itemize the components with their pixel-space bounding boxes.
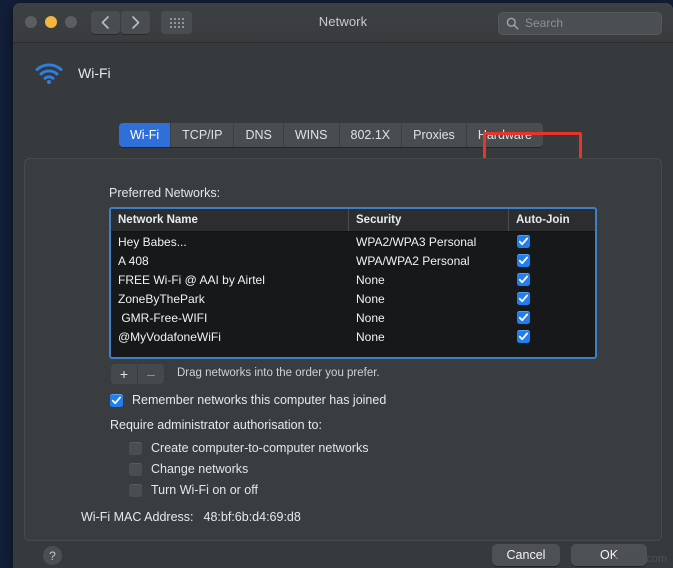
- tab-tcpip[interactable]: TCP/IP: [171, 123, 234, 147]
- watermark: wsxdn.com: [612, 553, 667, 565]
- cell-auto-join: [509, 235, 591, 248]
- auto-join-checkbox[interactable]: [517, 273, 530, 286]
- change-networks-checkbox[interactable]: [129, 463, 142, 476]
- admin-option-change-networks[interactable]: Change networks: [129, 462, 248, 476]
- checkmark-icon: [518, 312, 529, 323]
- tab-wins[interactable]: WINS: [284, 123, 340, 147]
- cell-security: WPA/WPA2 Personal: [349, 254, 509, 268]
- table-row[interactable]: ZoneByThePark None: [111, 289, 595, 308]
- create-networks-label: Create computer-to-computer networks: [151, 441, 368, 455]
- auto-join-checkbox[interactable]: [517, 254, 530, 267]
- cell-security: None: [349, 330, 509, 344]
- auto-join-checkbox[interactable]: [517, 292, 530, 305]
- checkmark-icon: [518, 293, 529, 304]
- cell-auto-join: [509, 292, 591, 305]
- screenshot-root: Network Search Wi-Fi: [0, 0, 673, 568]
- service-name: Wi-Fi: [78, 65, 111, 81]
- cell-network-name: FREE Wi-Fi @ AAI by Airtel: [111, 273, 349, 287]
- checkmark-icon: [518, 255, 529, 266]
- remove-network-button[interactable]: –: [138, 364, 164, 384]
- cell-auto-join: [509, 254, 591, 267]
- preferred-networks-table[interactable]: Network Name Security Auto-Join Hey Babe…: [109, 207, 597, 359]
- add-network-button[interactable]: +: [111, 364, 138, 384]
- cell-network-name: ZoneByThePark: [111, 292, 349, 306]
- mac-address-row: Wi-Fi MAC Address: 48:bf:6b:d4:69:d8: [81, 510, 301, 524]
- table-row[interactable]: GMR-Free-WIFI None: [111, 308, 595, 327]
- turn-wifi-checkbox[interactable]: [129, 484, 142, 497]
- dialog-footer: ? Cancel OK: [13, 539, 673, 568]
- window-body: Wi-Fi Wi-Fi TCP/IP DNS WINS 802.1X Proxi…: [13, 43, 673, 568]
- admin-option-turn-wifi[interactable]: Turn Wi-Fi on or off: [129, 483, 258, 497]
- window-titlebar: Network Search: [13, 3, 673, 43]
- preferred-networks-label: Preferred Networks:: [109, 186, 220, 200]
- column-header-auto-join[interactable]: Auto-Join: [509, 209, 591, 231]
- wifi-icon: [34, 61, 64, 85]
- tab-8021x[interactable]: 802.1X: [340, 123, 403, 147]
- cell-network-name: GMR-Free-WIFI: [111, 311, 349, 325]
- cell-network-name: @MyVodafoneWiFi: [111, 330, 349, 344]
- table-header-row: Network Name Security Auto-Join: [111, 209, 595, 232]
- list-controls: + –: [111, 364, 164, 384]
- cell-security: WPA2/WPA3 Personal: [349, 235, 509, 249]
- search-field[interactable]: Search: [498, 12, 662, 35]
- tab-dns[interactable]: DNS: [234, 123, 283, 147]
- remember-networks-label: Remember networks this computer has join…: [132, 393, 386, 407]
- cancel-button[interactable]: Cancel: [492, 544, 560, 566]
- search-placeholder: Search: [525, 16, 563, 30]
- turn-wifi-label: Turn Wi-Fi on or off: [151, 483, 258, 497]
- mac-address-label: Wi-Fi MAC Address:: [81, 510, 194, 524]
- change-networks-label: Change networks: [151, 462, 248, 476]
- help-button[interactable]: ?: [43, 546, 62, 565]
- drag-hint-text: Drag networks into the order you prefer.: [177, 367, 380, 379]
- table-row[interactable]: @MyVodafoneWiFi None: [111, 327, 595, 346]
- checkmark-icon: [518, 331, 529, 342]
- column-header-security[interactable]: Security: [349, 209, 509, 231]
- table-row[interactable]: A 408 WPA/WPA2 Personal: [111, 251, 595, 270]
- cell-auto-join: [509, 273, 591, 286]
- admin-auth-section-label: Require administrator authorisation to:: [110, 418, 322, 432]
- remember-networks-row[interactable]: Remember networks this computer has join…: [110, 393, 386, 407]
- tab-hardware[interactable]: Hardware: [467, 123, 543, 147]
- wifi-settings-panel: Preferred Networks: Network Name Securit…: [24, 158, 662, 541]
- create-networks-checkbox[interactable]: [129, 442, 142, 455]
- auto-join-checkbox[interactable]: [517, 330, 530, 343]
- checkmark-icon: [518, 236, 529, 247]
- settings-tab-bar: Wi-Fi TCP/IP DNS WINS 802.1X Proxies Har…: [119, 123, 543, 147]
- remember-networks-checkbox[interactable]: [110, 394, 123, 407]
- column-header-network-name[interactable]: Network Name: [111, 209, 349, 231]
- network-preferences-window: Network Search Wi-Fi: [13, 3, 673, 568]
- tab-proxies[interactable]: Proxies: [402, 123, 467, 147]
- auto-join-checkbox[interactable]: [517, 311, 530, 324]
- cell-security: None: [349, 292, 509, 306]
- cell-security: None: [349, 273, 509, 287]
- tab-wifi[interactable]: Wi-Fi: [119, 123, 171, 147]
- cell-auto-join: [509, 311, 591, 324]
- table-row[interactable]: Hey Babes... WPA2/WPA3 Personal: [111, 232, 595, 251]
- cell-network-name: Hey Babes...: [111, 235, 349, 249]
- cell-auto-join: [509, 330, 591, 343]
- checkmark-icon: [111, 395, 122, 406]
- mac-address-value: 48:bf:6b:d4:69:d8: [204, 510, 301, 524]
- table-row[interactable]: FREE Wi-Fi @ AAI by Airtel None: [111, 270, 595, 289]
- search-icon: [506, 17, 519, 30]
- checkmark-icon: [518, 274, 529, 285]
- auto-join-checkbox[interactable]: [517, 235, 530, 248]
- admin-option-create-networks[interactable]: Create computer-to-computer networks: [129, 441, 368, 455]
- cell-security: None: [349, 311, 509, 325]
- service-header: Wi-Fi: [34, 61, 111, 85]
- cell-network-name: A 408: [111, 254, 349, 268]
